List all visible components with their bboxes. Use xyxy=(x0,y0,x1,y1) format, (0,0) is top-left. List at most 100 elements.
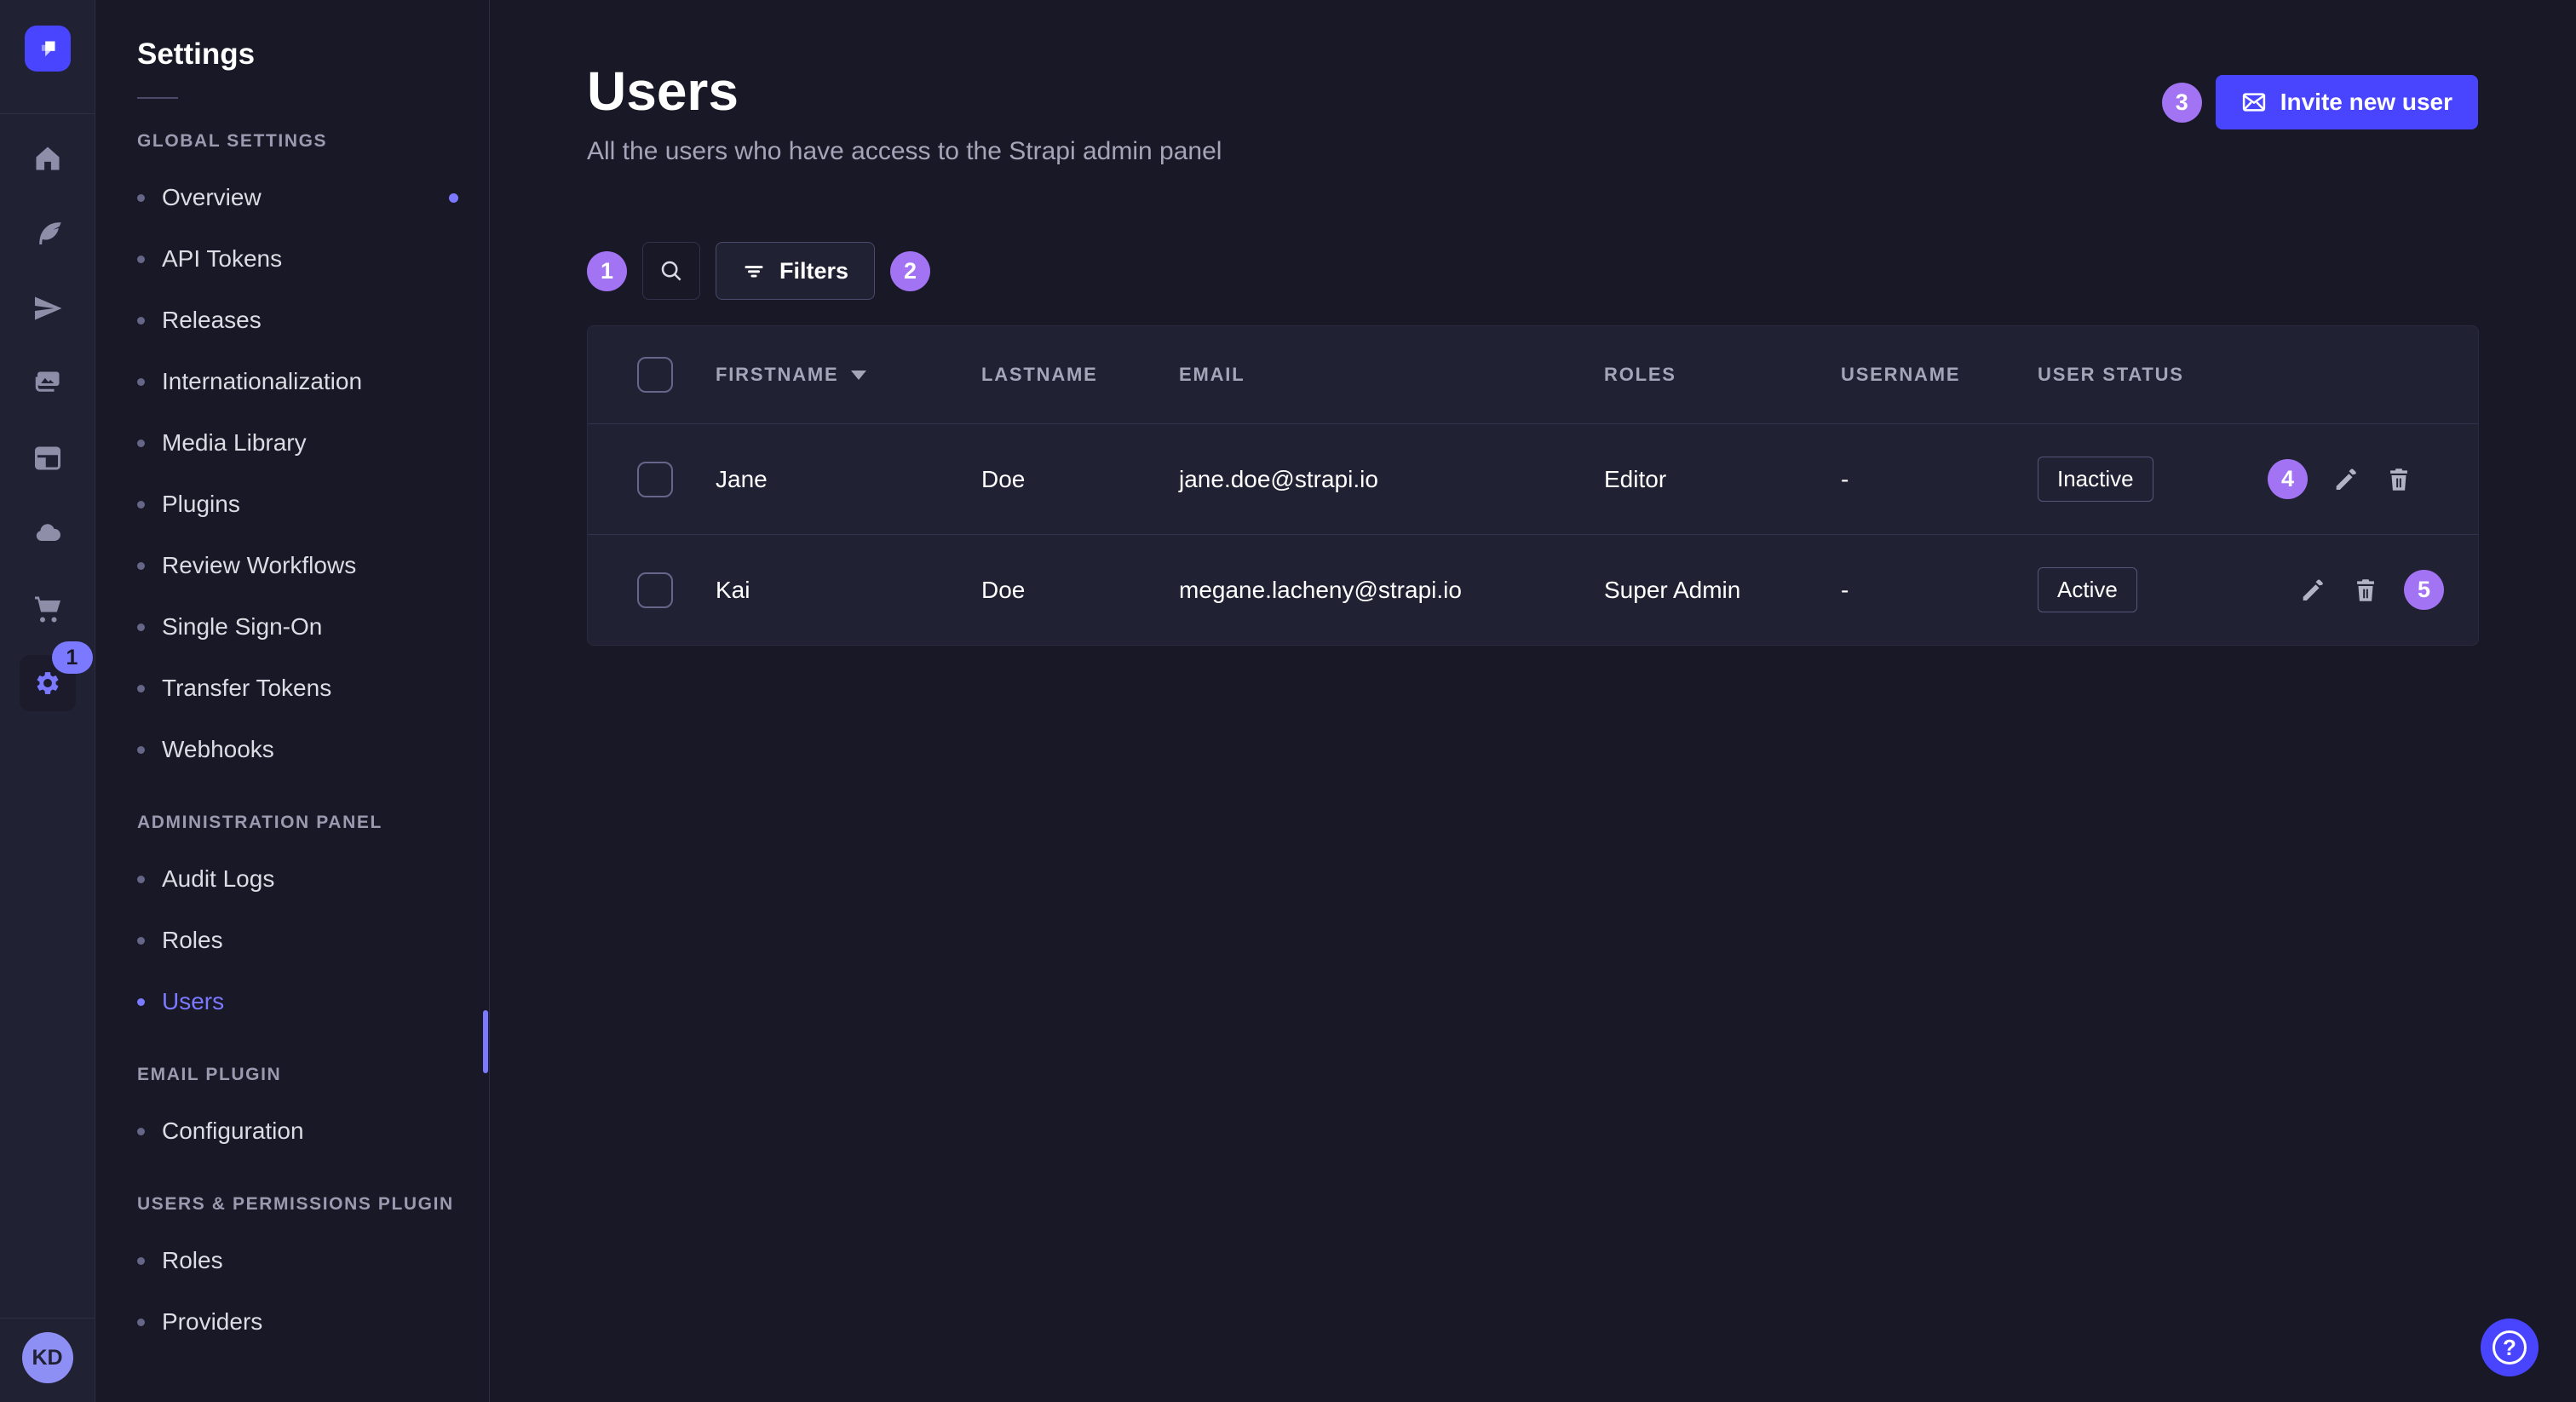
search-button[interactable] xyxy=(642,242,700,300)
sidebar-item-api-tokens[interactable]: API Tokens xyxy=(137,228,489,290)
nav-deploy[interactable] xyxy=(0,271,95,346)
layout-icon xyxy=(32,443,63,474)
bullet xyxy=(137,998,145,1006)
section-global-settings: GLOBAL SETTINGS xyxy=(137,131,489,152)
sidebar-item-up-providers[interactable]: Providers xyxy=(137,1291,489,1353)
bullet xyxy=(137,317,145,325)
cell-email: jane.doe@strapi.io xyxy=(1179,466,1604,493)
nav-media-library[interactable] xyxy=(0,346,95,421)
send-icon xyxy=(32,293,63,324)
section-users-permissions-plugin: USERS & PERMISSIONS PLUGIN xyxy=(137,1194,489,1215)
annotation-badge-3: 3 xyxy=(2162,83,2202,123)
trash-icon xyxy=(2351,576,2380,605)
media-icon xyxy=(32,368,63,399)
nav-content-type-builder[interactable] xyxy=(0,196,95,271)
strapi-logo-icon xyxy=(33,34,62,63)
sidebar-item-overview[interactable]: Overview xyxy=(137,167,489,228)
bullet xyxy=(137,1128,145,1135)
sidebar-item-label: Releases xyxy=(162,307,262,334)
sidebar-item-users[interactable]: Users xyxy=(137,971,489,1032)
sidebar-item-internationalization[interactable]: Internationalization xyxy=(137,351,489,412)
sidebar-item-plugins[interactable]: Plugins xyxy=(137,474,489,535)
sidebar-item-review-workflows[interactable]: Review Workflows xyxy=(137,535,489,596)
sidebar-item-transfer-tokens[interactable]: Transfer Tokens xyxy=(137,658,489,719)
bullet xyxy=(137,440,145,447)
sidebar-item-label: Audit Logs xyxy=(162,865,274,893)
nav-cloud[interactable] xyxy=(0,496,95,571)
bullet xyxy=(137,501,145,509)
header-firstname[interactable]: FIRSTNAME xyxy=(716,364,981,386)
filters-button-label: Filters xyxy=(779,258,848,284)
row-checkbox[interactable] xyxy=(637,572,673,608)
main-nav-rail: 1 KD xyxy=(0,0,95,1402)
trash-icon xyxy=(2384,465,2413,494)
sidebar-item-label: Providers xyxy=(162,1308,262,1336)
row-checkbox[interactable] xyxy=(637,462,673,497)
help-button[interactable]: ? xyxy=(2481,1319,2539,1376)
section-email-plugin: EMAIL PLUGIN xyxy=(137,1065,489,1085)
sidebar-item-single-sign-on[interactable]: Single Sign-On xyxy=(137,596,489,658)
nav-marketplace[interactable] xyxy=(0,571,95,646)
filters-button[interactable]: Filters xyxy=(716,242,875,300)
rail-bottom: KD xyxy=(0,1318,95,1402)
sidebar-item-email-configuration[interactable]: Configuration xyxy=(137,1100,489,1162)
sidebar-item-label: Single Sign-On xyxy=(162,613,322,641)
sidebar-item-webhooks[interactable]: Webhooks xyxy=(137,719,489,780)
sidebar-item-up-roles[interactable]: Roles xyxy=(137,1230,489,1291)
edit-user-button[interactable] xyxy=(2332,465,2360,494)
edit-user-button[interactable] xyxy=(2298,576,2327,605)
cell-lastname: Doe xyxy=(981,577,1179,604)
sidebar-item-label: Review Workflows xyxy=(162,552,356,579)
sidebar-item-label: Internationalization xyxy=(162,368,362,395)
cell-firstname: Jane xyxy=(716,466,981,493)
strapi-logo[interactable] xyxy=(25,26,71,72)
pencil-icon xyxy=(2298,576,2327,605)
subnav-title: Settings xyxy=(137,37,489,72)
cell-firstname: Kai xyxy=(716,577,981,604)
nav-content-manager[interactable] xyxy=(0,421,95,496)
main-content: Users All the users who have access to t… xyxy=(491,0,2576,1402)
user-avatar[interactable]: KD xyxy=(22,1332,73,1383)
annotation-badge-1: 1 xyxy=(587,251,627,291)
bullet xyxy=(137,194,145,202)
invite-new-user-button[interactable]: Invite new user xyxy=(2216,75,2478,129)
nav-settings[interactable]: 1 xyxy=(0,646,95,721)
bullet xyxy=(137,1257,145,1265)
subnav-scrollbar[interactable] xyxy=(483,1010,488,1073)
question-mark-icon: ? xyxy=(2493,1330,2527,1365)
sidebar-item-label: Transfer Tokens xyxy=(162,675,331,702)
sidebar-item-label: API Tokens xyxy=(162,245,282,273)
select-all-checkbox[interactable] xyxy=(637,357,673,393)
users-table: FIRSTNAME LASTNAME EMAIL ROLES USERNAME … xyxy=(587,325,2479,646)
sidebar-item-label: Roles xyxy=(162,927,223,954)
header-email: EMAIL xyxy=(1179,364,1604,386)
sidebar-item-admin-roles[interactable]: Roles xyxy=(137,910,489,971)
delete-user-button[interactable] xyxy=(2384,465,2413,494)
bullet xyxy=(137,746,145,754)
administration-panel-list: Audit Logs Roles Users xyxy=(137,848,489,1032)
cart-icon xyxy=(32,593,63,623)
delete-user-button[interactable] xyxy=(2351,576,2380,605)
settings-gear-button[interactable]: 1 xyxy=(20,655,76,711)
cell-username: - xyxy=(1841,577,2038,604)
sidebar-item-label: Plugins xyxy=(162,491,240,518)
sidebar-item-media-library[interactable]: Media Library xyxy=(137,412,489,474)
filter-icon xyxy=(742,259,766,283)
pencil-icon xyxy=(2332,465,2360,494)
header-user-status: USER STATUS xyxy=(2038,364,2268,386)
toolbar: 1 Filters 2 xyxy=(587,242,2478,300)
settings-subnav: Settings GLOBAL SETTINGS Overview API To… xyxy=(96,0,490,1402)
bullet xyxy=(137,937,145,945)
row-actions: 5 xyxy=(2268,570,2478,610)
nav-home[interactable] xyxy=(0,121,95,196)
sidebar-item-audit-logs[interactable]: Audit Logs xyxy=(137,848,489,910)
header-username: USERNAME xyxy=(1841,364,2038,386)
bullet xyxy=(137,378,145,386)
sidebar-item-releases[interactable]: Releases xyxy=(137,290,489,351)
bullet xyxy=(137,1319,145,1326)
invite-button-label: Invite new user xyxy=(2280,89,2452,116)
status-badge: Active xyxy=(2038,567,2137,612)
table-row: Jane Doe jane.doe@strapi.io Editor - Ina… xyxy=(588,423,2478,534)
sidebar-item-label: Configuration xyxy=(162,1118,304,1145)
cell-roles: Editor xyxy=(1604,466,1841,493)
